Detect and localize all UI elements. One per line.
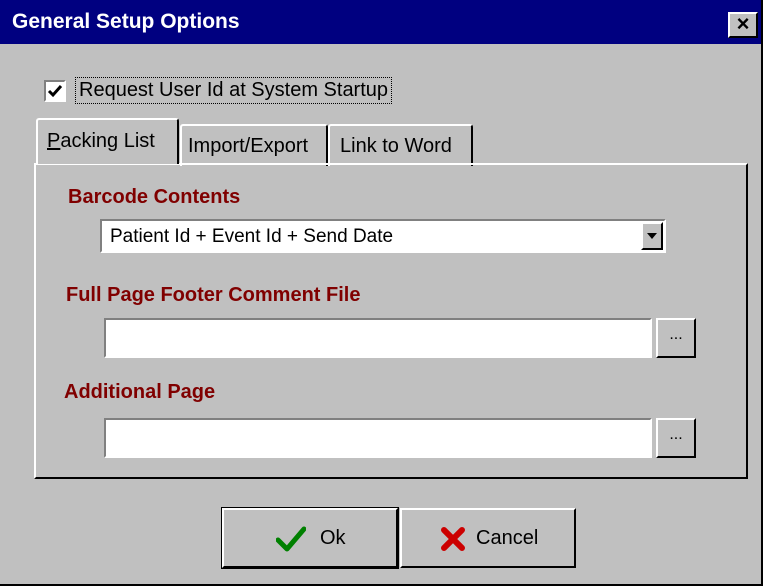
window-title: General Setup Options — [12, 10, 240, 33]
dropdown-arrow-icon — [647, 233, 657, 239]
red-x-icon — [441, 527, 465, 551]
additional-page-label: Additional Page — [64, 381, 216, 403]
tab-import-export[interactable]: Import/Export — [180, 124, 328, 166]
barcode-contents-label: Barcode Contents — [68, 186, 241, 208]
tab-link-to-word[interactable]: Link to Word — [328, 124, 473, 166]
close-button[interactable]: × — [728, 12, 758, 38]
barcode-contents-value: Patient Id + Event Id + Send Date — [110, 226, 394, 247]
general-setup-dialog: General Setup Options × Request User Id … — [0, 0, 763, 586]
cancel-label: Cancel — [476, 527, 539, 549]
ok-label: Ok — [320, 527, 346, 549]
tab-packing-list[interactable]: Packing List — [36, 118, 179, 164]
ok-button[interactable]: Ok — [221, 507, 399, 569]
barcode-contents-select[interactable]: Patient Id + Event Id + Send Date — [100, 219, 666, 253]
footer-browse-button[interactable]: ... — [656, 318, 696, 358]
dropdown-button[interactable] — [641, 222, 663, 250]
green-checkmark-icon — [276, 526, 306, 552]
tab-label: Packing List — [47, 130, 155, 152]
tab-label: Link to Word — [340, 135, 452, 157]
request-user-id-label[interactable]: Request User Id at System Startup — [74, 77, 393, 104]
additional-page-input[interactable] — [104, 418, 652, 458]
request-user-id-checkbox[interactable] — [44, 80, 66, 102]
footer-comment-file-label: Full Page Footer Comment File — [66, 284, 361, 306]
cancel-button[interactable]: Cancel — [400, 508, 576, 568]
title-bar: General Setup Options × — [0, 0, 761, 44]
additional-browse-button[interactable]: ... — [656, 418, 696, 458]
footer-comment-file-input[interactable] — [104, 318, 652, 358]
tab-label: Import/Export — [188, 135, 309, 157]
checkmark-icon — [47, 85, 63, 98]
